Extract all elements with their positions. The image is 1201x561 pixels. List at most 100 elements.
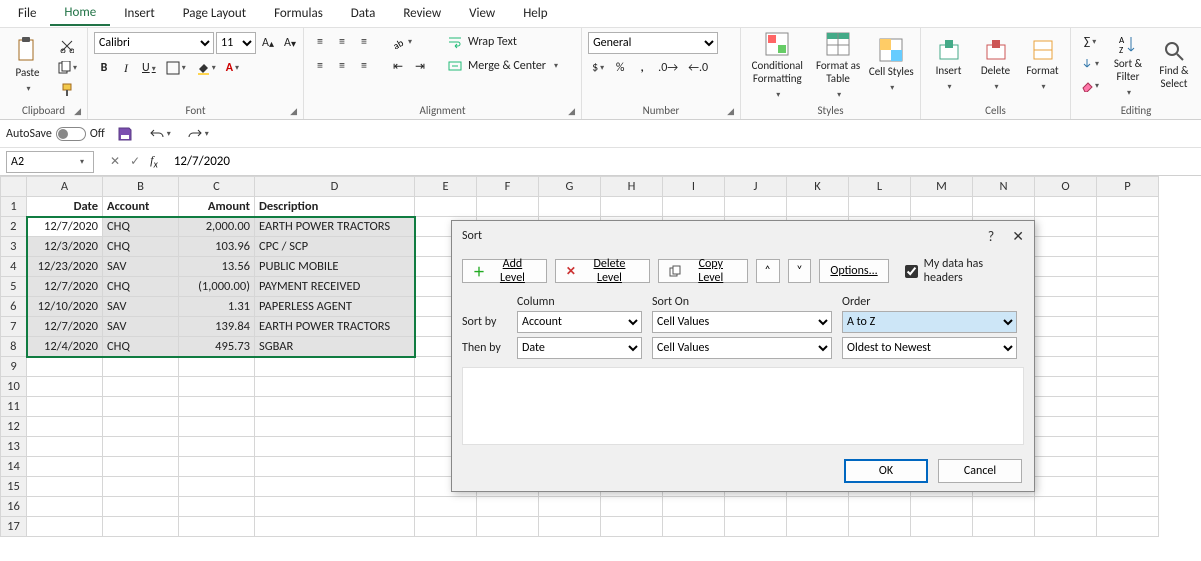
cell[interactable] [1097,457,1159,477]
cell[interactable] [1035,297,1097,317]
col-header-I[interactable]: I [663,177,725,197]
cancel-button[interactable]: Cancel [938,459,1022,483]
format-cells-button[interactable]: Format [1021,32,1064,98]
sort-column-select[interactable]: Account [517,311,642,333]
cell[interactable]: SAV [103,317,179,337]
col-header-O[interactable]: O [1035,177,1097,197]
cell[interactable] [179,457,255,477]
menu-insert[interactable]: Insert [110,2,169,25]
clear-button[interactable] [1077,76,1103,96]
menu-view[interactable]: View [455,2,509,25]
add-level-button[interactable]: ＋Add Level [462,259,547,283]
row-header[interactable]: 12 [1,417,27,437]
cancel-formula-button[interactable]: ✕ [110,154,120,169]
cell[interactable] [1035,237,1097,257]
fill-button[interactable] [1077,54,1103,74]
cell[interactable]: PAYMENT RECEIVED [255,277,415,297]
row-header[interactable]: 11 [1,397,27,417]
cell[interactable]: 103.96 [179,237,255,257]
menu-page-layout[interactable]: Page Layout [169,2,260,25]
conditional-formatting-button[interactable]: Conditional Formatting [747,32,808,98]
move-up-button[interactable]: ˄ [756,259,780,283]
delete-cells-button[interactable]: Delete [974,32,1017,98]
cell[interactable] [601,497,663,517]
cell[interactable] [1035,437,1097,457]
row-header[interactable]: 6 [1,297,27,317]
cell[interactable] [1035,317,1097,337]
row-header[interactable]: 1 [1,197,27,217]
cell[interactable]: Amount [179,197,255,217]
col-header-G[interactable]: G [539,177,601,197]
cell[interactable] [663,497,725,517]
cell[interactable] [103,397,179,417]
cell[interactable] [663,517,725,537]
col-header-K[interactable]: K [787,177,849,197]
align-right-button[interactable]: ≡ [354,56,374,76]
cell[interactable] [103,457,179,477]
cell[interactable] [1035,337,1097,357]
align-middle-button[interactable]: ≡ [332,32,352,52]
cell[interactable]: (1,000.00) [179,277,255,297]
name-box-input[interactable] [7,155,75,169]
cell[interactable] [1097,357,1159,377]
col-header-H[interactable]: H [601,177,663,197]
cell[interactable]: SAV [103,297,179,317]
cell[interactable]: PAPERLESS AGENT [255,297,415,317]
cell[interactable] [1035,477,1097,497]
cell[interactable] [179,517,255,537]
cell[interactable] [849,517,911,537]
font-size-select[interactable]: 11 [216,32,256,54]
row-header[interactable]: 14 [1,457,27,477]
menu-home[interactable]: Home [50,1,110,26]
cell[interactable] [179,497,255,517]
cell[interactable] [27,457,103,477]
cell[interactable] [1035,377,1097,397]
cell[interactable] [787,517,849,537]
cell[interactable] [787,197,849,217]
cell[interactable] [103,417,179,437]
cell[interactable]: 12/7/2020 [27,217,103,237]
row-header[interactable]: 3 [1,237,27,257]
wrap-text-button[interactable]: Wrap Text [444,32,564,52]
cell[interactable] [1097,197,1159,217]
sort-column-select[interactable]: Date [517,337,642,359]
cell[interactable] [663,197,725,217]
cell[interactable] [1097,417,1159,437]
increase-indent-button[interactable]: ⇥ [410,56,430,76]
cell[interactable] [103,437,179,457]
insert-cells-button[interactable]: Insert [927,32,970,98]
border-button[interactable] [162,58,190,78]
cell[interactable] [179,357,255,377]
cell[interactable] [179,437,255,457]
cell[interactable] [415,197,477,217]
cell[interactable] [103,497,179,517]
cell[interactable]: Description [255,197,415,217]
autosum-button[interactable]: ∑ [1077,32,1103,52]
cell[interactable] [27,417,103,437]
cell[interactable]: Account [103,197,179,217]
cell[interactable] [1035,217,1097,237]
row-header[interactable]: 5 [1,277,27,297]
formula-input[interactable] [168,154,1201,169]
cell[interactable]: 1.31 [179,297,255,317]
cell[interactable] [973,197,1035,217]
col-header-J[interactable]: J [725,177,787,197]
merge-center-button[interactable]: Merge & Center [444,56,564,76]
dialog-launcher-icon[interactable]: ◢ [727,106,734,117]
cell[interactable]: 12/4/2020 [27,337,103,357]
cell[interactable] [255,417,415,437]
menu-formulas[interactable]: Formulas [260,2,337,25]
undo-button[interactable] [145,124,175,144]
cell[interactable] [1097,397,1159,417]
underline-button[interactable]: U [138,58,160,78]
cell[interactable] [539,497,601,517]
cell[interactable] [477,497,539,517]
cell[interactable] [27,397,103,417]
col-header-D[interactable]: D [255,177,415,197]
cell[interactable] [1035,197,1097,217]
cell[interactable]: 12/3/2020 [27,237,103,257]
cell[interactable]: EARTH POWER TRACTORS [255,317,415,337]
cell[interactable]: 495.73 [179,337,255,357]
decrease-indent-button[interactable]: ⇤ [388,56,408,76]
cell[interactable] [103,477,179,497]
